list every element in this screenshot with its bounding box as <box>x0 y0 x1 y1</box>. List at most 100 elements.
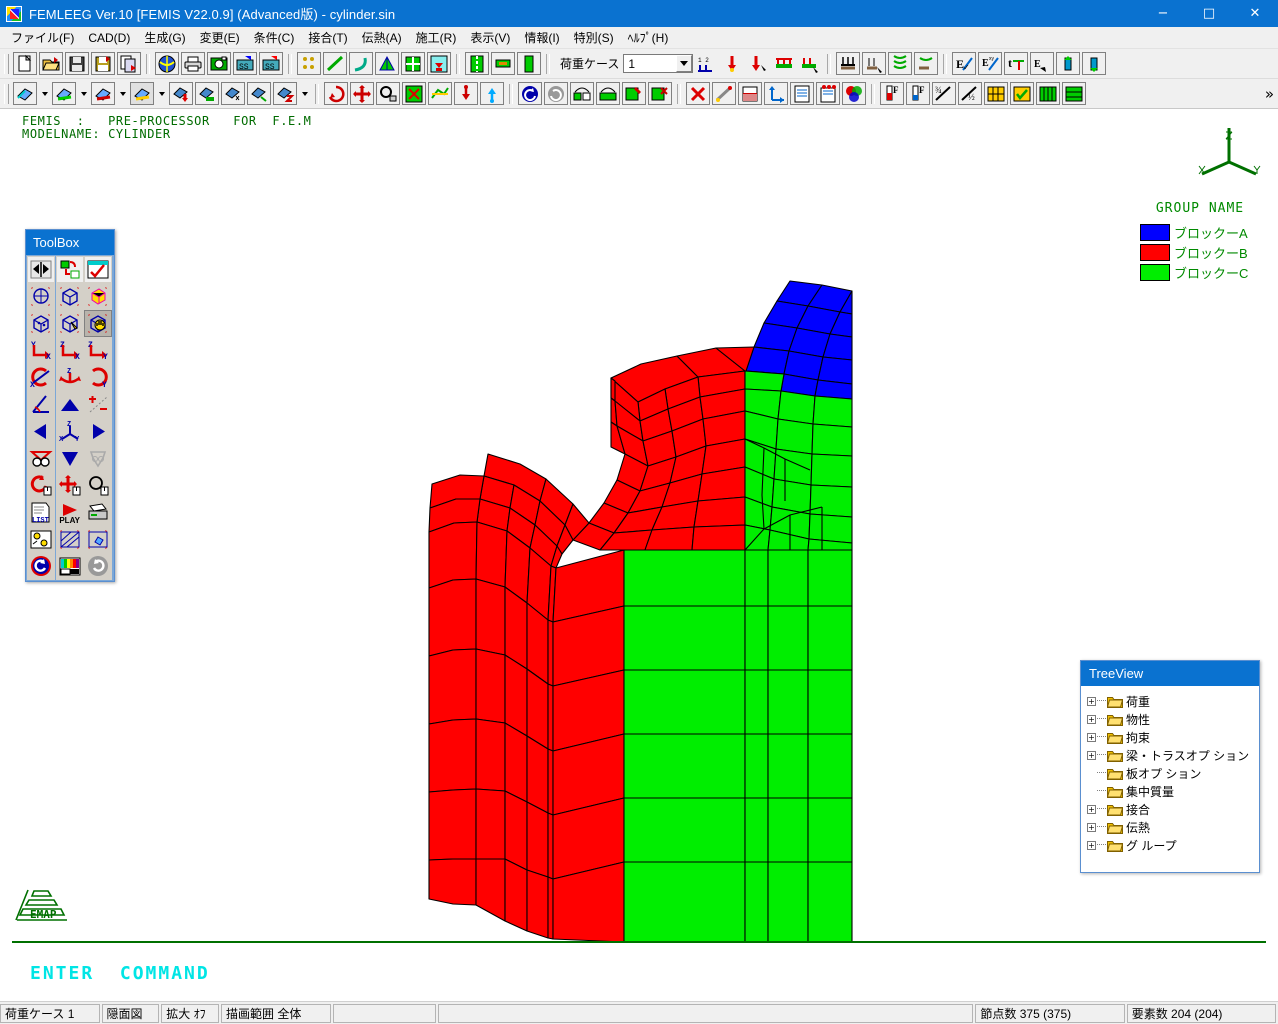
menu-construction[interactable]: 施工(R) <box>409 27 464 48</box>
axis-icon[interactable] <box>764 82 788 105</box>
treeview-panel[interactable]: TreeView + 荷重 + 物性 + 拘束 + 梁・トラスオプ ション 板オプ ション 集中質… <box>1080 660 1260 873</box>
redo-rotate-icon[interactable] <box>544 82 568 105</box>
pan-icon[interactable] <box>350 82 374 105</box>
tree-item-beam-truss-option[interactable]: + 梁・トラスオプ ション <box>1083 746 1259 764</box>
toolbar2-grip[interactable] <box>4 83 9 104</box>
tree-expand-toggle[interactable]: + <box>1087 804 1096 814</box>
group-show-icon[interactable] <box>596 82 620 105</box>
toolbox-pick-node-icon[interactable] <box>27 526 55 553</box>
node-down-icon[interactable] <box>454 82 478 105</box>
tree-item-joint[interactable]: + 接合 <box>1083 800 1259 818</box>
toolbox-list-icon[interactable]: LIST <box>27 499 55 526</box>
shade-view-icon[interactable] <box>13 82 37 105</box>
toolbox-arrow-left-icon[interactable] <box>27 418 55 445</box>
shade-yellow-icon[interactable] <box>130 82 154 105</box>
color-palette-icon[interactable] <box>842 82 866 105</box>
mesh-check-icon[interactable] <box>1010 82 1034 105</box>
tri-element-icon[interactable] <box>375 52 399 75</box>
beam-section-icon[interactable] <box>491 52 515 75</box>
group-create-icon[interactable] <box>570 82 594 105</box>
shade-green-icon-dropdown[interactable] <box>77 81 90 106</box>
toolbox-arrow-right-icon[interactable] <box>84 418 113 445</box>
tree-expand-toggle[interactable]: + <box>1087 732 1096 742</box>
scale-icon[interactable]: ¾ <box>932 82 956 105</box>
tree-item-plate-option[interactable]: 板オプ ション <box>1083 764 1259 782</box>
tree-item-lumped-mass[interactable]: 集中質量 <box>1083 782 1259 800</box>
fit-view-icon[interactable] <box>402 82 426 105</box>
measure-icon[interactable] <box>712 82 736 105</box>
globe-icon[interactable] <box>155 52 179 75</box>
toolbox-axis-triad-icon[interactable]: ZXY <box>55 418 84 445</box>
menu-join[interactable]: 接合(T) <box>301 27 354 48</box>
tree-expand-toggle[interactable]: + <box>1087 696 1096 706</box>
toolbox-zoom-in-triangle-icon[interactable] <box>55 391 84 418</box>
import-sin-icon[interactable]: SS <box>233 52 257 75</box>
node-up-icon[interactable] <box>480 82 504 105</box>
toolbox-rotate-mouse-icon[interactable] <box>27 472 55 499</box>
pressure-icon[interactable] <box>836 52 861 75</box>
toolbox-view-iso-icon[interactable] <box>27 283 55 310</box>
solid-element-icon[interactable] <box>427 52 451 75</box>
delete-x-icon[interactable] <box>686 82 710 105</box>
view-star-icon[interactable] <box>221 82 245 105</box>
save-file-icon[interactable] <box>65 52 89 75</box>
menu-info[interactable]: 情報(I) <box>517 27 566 48</box>
toolbox-mesh-lines-icon[interactable] <box>55 526 84 553</box>
tree-expand-toggle[interactable]: + <box>1087 840 1096 850</box>
close-button[interactable]: ✕ <box>1232 0 1278 27</box>
toolbar-overflow-button[interactable]: » <box>1265 85 1274 103</box>
tree-item-group[interactable]: + グ ループ <box>1083 836 1259 854</box>
curve-element-icon[interactable] <box>349 52 373 75</box>
view-hourglass-icon-dropdown[interactable] <box>298 81 311 106</box>
menu-special[interactable]: 特別(S) <box>567 27 621 48</box>
toolbox-ghost-view-icon[interactable] <box>84 445 113 472</box>
group-delete-icon[interactable] <box>648 82 672 105</box>
toolbox-play-icon[interactable]: PLAY <box>55 499 84 526</box>
line-element-icon[interactable] <box>323 52 347 75</box>
mesh-refine-icon[interactable] <box>1036 82 1060 105</box>
view-cut-icon[interactable] <box>247 82 271 105</box>
toolbox-view-select-icon[interactable] <box>55 310 84 337</box>
view-down-icon[interactable] <box>169 82 193 105</box>
print-icon[interactable] <box>181 52 205 75</box>
minimize-button[interactable]: − <box>1140 0 1186 27</box>
menu-heat[interactable]: 伝熱(A) <box>355 27 409 48</box>
export-sin-icon[interactable]: SS <box>259 52 283 75</box>
toolbar1-grip[interactable] <box>4 53 9 74</box>
scale2-icon[interactable]: ½ <box>958 82 982 105</box>
open-file-icon[interactable] <box>39 52 63 75</box>
maximize-button[interactable]: □ <box>1186 0 1232 27</box>
toolbox-rotate-x-icon[interactable]: X <box>27 364 55 391</box>
toolbox-axis-zy-icon[interactable]: ZY <box>84 337 113 364</box>
constraint-pick-icon[interactable] <box>798 52 823 75</box>
toolbox-panel[interactable]: ToolBox Y X Z X Z Y X Z Y Z X Y LIST PLAY <box>25 229 115 582</box>
tree-expand-toggle[interactable]: + <box>1087 822 1096 832</box>
menu-view[interactable]: 表示(V) <box>463 27 517 48</box>
tree-item-heat-transfer[interactable]: + 伝熱 <box>1083 818 1259 836</box>
toolbox-axis-zx-icon[interactable]: ZX <box>55 337 84 364</box>
menu-file[interactable]: ファイル(F) <box>4 27 81 48</box>
load-case-dropdown-arrow[interactable] <box>676 55 693 72</box>
shade-green-icon[interactable] <box>52 82 76 105</box>
pressure-pick-icon[interactable] <box>862 52 887 75</box>
toolbox-view-solid-yellow-icon[interactable] <box>84 283 113 310</box>
menu-cad[interactable]: CAD(D) <box>81 29 137 47</box>
menu-help[interactable]: ﾍﾙﾌﾟ(H) <box>621 27 676 48</box>
toolbox-copy-move-icon[interactable] <box>55 256 84 283</box>
new-file-icon[interactable] <box>13 52 37 75</box>
toolbox-mesh-face-icon[interactable] <box>84 526 113 553</box>
menu-create[interactable]: 生成(G) <box>137 27 192 48</box>
save-as-icon[interactable] <box>91 52 115 75</box>
tree-expand-toggle[interactable]: + <box>1087 714 1096 724</box>
toolbox-printer-icon[interactable] <box>84 499 113 526</box>
material-pick-icon[interactable]: E <box>1030 52 1055 75</box>
shade-red-icon-dropdown[interactable] <box>116 81 129 106</box>
shade-red-icon[interactable] <box>91 82 115 105</box>
toolbox-mirror-icon[interactable] <box>27 256 55 283</box>
toolbox-axis-yx-icon[interactable]: YX <box>27 337 55 364</box>
toolbox-zoom-mouse-icon[interactable] <box>84 472 113 499</box>
tree-item-loads[interactable]: + 荷重 <box>1083 692 1259 710</box>
material-e-icon[interactable]: E ✓ <box>952 52 977 75</box>
undo-rotate-icon[interactable] <box>518 82 542 105</box>
zoom-window-icon[interactable] <box>376 82 400 105</box>
